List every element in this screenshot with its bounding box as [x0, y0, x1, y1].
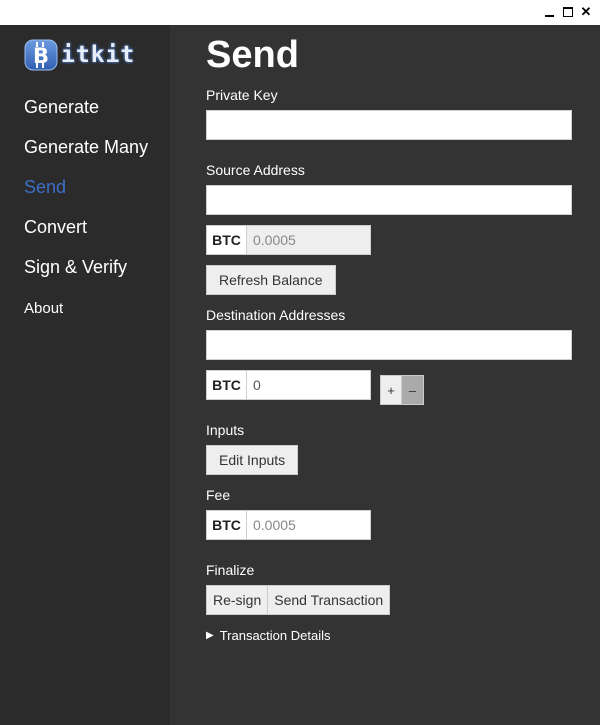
finalize-button-group: Re-sign Send Transaction: [206, 585, 391, 615]
logo-text: itkit: [61, 42, 136, 68]
sidebar-item-convert[interactable]: Convert: [24, 217, 87, 238]
private-key-label: Private Key: [206, 87, 278, 103]
destination-plus-minus: + –: [380, 375, 424, 405]
sidebar-item-sign-verify[interactable]: Sign & Verify: [24, 257, 127, 278]
inputs-label: Inputs: [206, 422, 245, 438]
btc-unit-label: BTC: [206, 510, 246, 540]
close-icon[interactable]: ✕: [578, 4, 594, 20]
fee-label: Fee: [206, 487, 231, 503]
bitcoin-logo-icon: B: [23, 38, 59, 72]
sidebar-item-send[interactable]: Send: [24, 177, 66, 198]
destination-address-input[interactable]: [206, 330, 572, 360]
page-title: Send: [206, 34, 299, 76]
source-address-input[interactable]: [206, 185, 572, 215]
balance-field: BTC: [206, 225, 371, 255]
add-destination-button[interactable]: +: [380, 375, 402, 405]
minimize-icon[interactable]: [541, 4, 557, 20]
destination-addresses-label: Destination Addresses: [206, 307, 346, 323]
sidebar-item-generate[interactable]: Generate: [24, 97, 99, 118]
sidebar-item-generate-many[interactable]: Generate Many: [24, 137, 148, 158]
private-key-input[interactable]: [206, 110, 572, 140]
transaction-details-label: Transaction Details: [219, 628, 331, 643]
transaction-details-toggle[interactable]: ▶ Transaction Details: [206, 628, 331, 643]
resign-button[interactable]: Re-sign: [206, 585, 269, 615]
refresh-balance-button[interactable]: Refresh Balance: [206, 265, 336, 295]
balance-input: [246, 225, 371, 255]
maximize-icon[interactable]: [560, 4, 576, 20]
caret-right-icon: ▶: [206, 630, 214, 641]
edit-inputs-button[interactable]: Edit Inputs: [206, 445, 299, 475]
sidebar: B itkit Generate Generate Many Send Conv…: [0, 25, 170, 725]
title-bar: ✕: [0, 0, 600, 25]
remove-destination-button[interactable]: –: [402, 375, 424, 405]
app-window: ✕ B itkit Generate Generate Many Send Co…: [0, 0, 600, 725]
source-address-label: Source Address: [206, 162, 305, 178]
destination-amount-field: BTC: [206, 370, 371, 400]
destination-amount-input[interactable]: [246, 370, 371, 400]
btc-unit-label: BTC: [206, 370, 246, 400]
finalize-label: Finalize: [206, 562, 255, 578]
main-content: Send Private Key Source Address BTC Refr…: [170, 25, 600, 725]
logo: B itkit: [23, 37, 135, 73]
btc-unit-label: BTC: [206, 225, 246, 255]
fee-field: BTC: [206, 510, 371, 540]
sidebar-item-about[interactable]: About: [24, 300, 63, 317]
send-transaction-button[interactable]: Send Transaction: [268, 585, 391, 615]
fee-input[interactable]: [246, 510, 371, 540]
svg-text:B: B: [33, 44, 49, 68]
